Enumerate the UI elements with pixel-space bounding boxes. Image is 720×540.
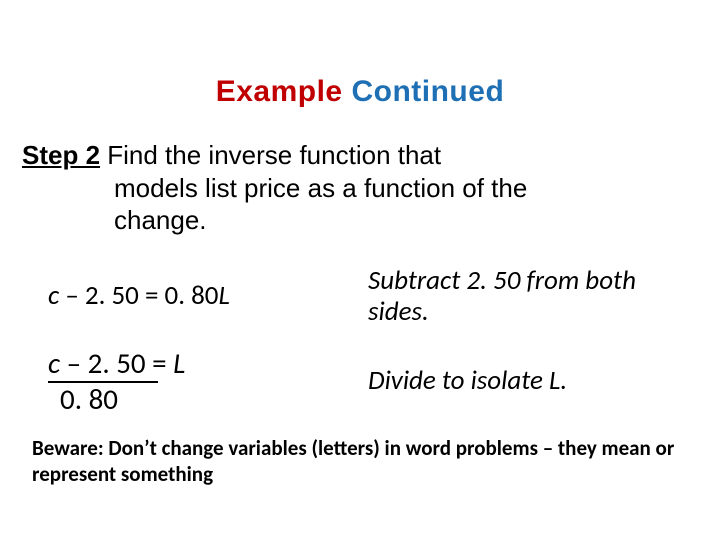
eq2-num-rest: – 2. 50 = [60,345,173,381]
eq1-var-c: c [48,279,59,312]
eq1-var-L: L [219,279,230,312]
title-word-example: Example [216,75,343,108]
explain-2: Divide to isolate L. [368,365,690,396]
step-text-line3: change. [114,204,690,237]
explain-1: Subtract 2. 50 from both sides. [368,265,690,327]
step-block: Step 2 Find the inverse function that mo… [22,139,690,237]
fraction: c – 2. 50 = L 0. 80 [48,345,185,417]
title-word-continued: Continued [351,75,504,108]
fraction-denominator: 0. 80 [48,381,185,417]
equation-2: c – 2. 50 = L 0. 80 [30,345,368,417]
step-label: Step 2 [22,140,100,170]
eq2-var-c: c [48,345,60,381]
slide-title: Example Continued [30,75,690,109]
fraction-bar [48,381,158,383]
equation-1: c – 2. 50 = 0. 80L [30,279,368,312]
step-text-line1: Find the inverse function that [100,140,441,170]
work-row-1: c – 2. 50 = 0. 80L Subtract 2. 50 from b… [30,265,690,327]
beware-note: Beware: Don’t change variables (letters)… [30,435,690,488]
fraction-numerator: c – 2. 50 = L [48,345,185,381]
eq2-var-L: L [173,345,185,381]
step-text-line2: models list price as a function of the [114,172,690,205]
eq1-mid: – 2. 50 = 0. 80 [59,279,218,312]
work-row-2: c – 2. 50 = L 0. 80 Divide to isolate L. [30,345,690,417]
